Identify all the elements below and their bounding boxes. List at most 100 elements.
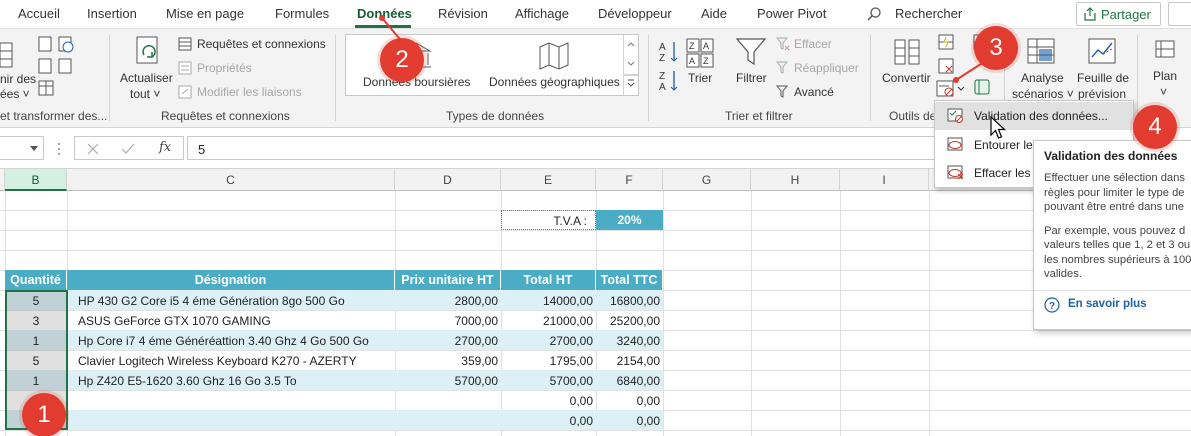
search-label[interactable]: Rechercher bbox=[895, 6, 962, 21]
get-data-label-1[interactable]: nir des bbox=[0, 72, 36, 86]
refresh-label-1[interactable]: Actualiser bbox=[120, 71, 173, 85]
total-ht-cell[interactable]: 0,00 bbox=[501, 391, 596, 411]
column-header-f[interactable]: F bbox=[596, 169, 663, 191]
column-header-c[interactable]: C bbox=[67, 169, 395, 191]
qty-cell[interactable]: 5 bbox=[5, 351, 67, 371]
column-header-h[interactable]: H bbox=[751, 169, 840, 191]
total-ttc-cell[interactable]: 0,00 bbox=[596, 411, 663, 431]
tab-revision[interactable]: Révision bbox=[438, 6, 488, 21]
total-ht-cell[interactable]: 0,00 bbox=[501, 411, 596, 431]
designation-cell[interactable]: HP 430 G2 Core i5 4 éme Génération 8go 5… bbox=[78, 291, 395, 311]
tab-mise-en-page[interactable]: Mise en page bbox=[166, 6, 244, 21]
get-data-label-2[interactable]: ées ˅ bbox=[0, 87, 30, 101]
menu-item-data-validation[interactable]: Validation des données... bbox=[935, 102, 1133, 130]
unit-price-cell[interactable]: 2700,00 bbox=[395, 331, 501, 351]
tab-power-pivot[interactable]: Power Pivot bbox=[757, 6, 826, 21]
qty-cell[interactable]: 5 bbox=[5, 291, 67, 311]
filter-funnel-icon[interactable] bbox=[735, 37, 767, 67]
qty-cell[interactable]: 1 bbox=[5, 331, 67, 351]
insert-function-button[interactable]: fx bbox=[159, 140, 171, 155]
tab-insertion[interactable]: Insertion bbox=[87, 6, 137, 21]
comments-button[interactable] bbox=[1168, 2, 1191, 26]
outline-caret[interactable]: ˅ bbox=[1160, 85, 1167, 99]
total-ht-cell[interactable]: 5700,00 bbox=[501, 371, 596, 391]
filter-button[interactable]: Filtrer bbox=[736, 71, 767, 85]
designation-cell[interactable] bbox=[78, 411, 395, 431]
column-header-d[interactable]: D bbox=[395, 169, 501, 191]
tab-accueil[interactable]: Accueil bbox=[18, 6, 60, 21]
column-header-b[interactable]: B bbox=[5, 169, 67, 191]
learn-more-link[interactable]: En savoir plus bbox=[1068, 298, 1147, 310]
designation-cell[interactable]: Hp Core i7 4 éme Généréattion 3.40 Ghz 4… bbox=[78, 331, 395, 351]
sort-dialog-icon[interactable]: Z A A Z bbox=[685, 37, 715, 69]
unit-price-cell[interactable]: 7000,00 bbox=[395, 311, 501, 331]
get-data-icon[interactable] bbox=[0, 37, 14, 73]
convert-button[interactable]: Convertir bbox=[882, 71, 931, 85]
geography-button[interactable]: Données géographiques bbox=[489, 75, 620, 89]
what-if-label-2[interactable]: scénarios ˅ bbox=[1012, 87, 1074, 101]
total-ttc-cell[interactable]: 25200,00 bbox=[596, 311, 663, 331]
column-header-e[interactable]: E bbox=[501, 169, 596, 191]
total-ht-cell[interactable]: 14000,00 bbox=[501, 291, 596, 311]
unit-price-cell[interactable]: 5700,00 bbox=[395, 371, 501, 391]
total-ttc-cell[interactable]: 3240,00 bbox=[596, 331, 663, 351]
what-if-analysis-icon[interactable] bbox=[1026, 37, 1058, 67]
get-transform-small-icons[interactable] bbox=[37, 35, 77, 97]
total-ht-cell[interactable]: 21000,00 bbox=[501, 311, 596, 331]
name-box[interactable] bbox=[0, 136, 44, 160]
formula-input[interactable]: 5 bbox=[187, 136, 947, 160]
header-designation[interactable]: Désignation bbox=[67, 270, 395, 290]
tva-label[interactable]: T.V.A : bbox=[501, 210, 596, 230]
header-total-ttc[interactable]: Total TTC bbox=[596, 270, 663, 290]
total-ttc-cell[interactable]: 6840,00 bbox=[596, 371, 663, 391]
header-quantite[interactable]: Quantité bbox=[5, 270, 67, 290]
qty-cell[interactable]: 1 bbox=[5, 371, 67, 391]
outline-icon[interactable] bbox=[1153, 37, 1177, 61]
unit-price-cell[interactable]: 2800,00 bbox=[395, 291, 501, 311]
resize-handle-icon[interactable] bbox=[56, 142, 62, 156]
tab-aide[interactable]: Aide bbox=[701, 6, 727, 21]
tva-value[interactable]: 20% bbox=[596, 210, 663, 230]
what-if-label-1[interactable]: Analyse bbox=[1021, 71, 1064, 85]
refresh-label-2[interactable]: tout ˅ bbox=[130, 87, 160, 101]
qty-cell[interactable]: 3 bbox=[5, 311, 67, 331]
outline-label[interactable]: Plan bbox=[1153, 69, 1177, 83]
unit-price-cell[interactable] bbox=[395, 411, 501, 431]
queries-connections-button[interactable]: Requêtes et connexions bbox=[197, 37, 326, 51]
sort-az-icons[interactable]: A Z Z A bbox=[657, 39, 681, 91]
sort-button[interactable]: Trier bbox=[688, 71, 712, 85]
text-to-columns-icon[interactable] bbox=[892, 37, 922, 69]
gallery-scroll[interactable] bbox=[623, 35, 638, 95]
header-total-ht[interactable]: Total HT bbox=[501, 270, 596, 290]
advanced-filter-icon[interactable] bbox=[776, 85, 790, 99]
cancel-icon[interactable] bbox=[87, 143, 99, 155]
total-ht-cell[interactable]: 2700,00 bbox=[501, 331, 596, 351]
column-header-i[interactable]: I bbox=[840, 169, 929, 191]
designation-cell[interactable]: Hp Z420 E5-1620 3.60 Ghz 16 Go 3.5 To bbox=[78, 371, 395, 391]
total-ttc-cell[interactable]: 2154,00 bbox=[596, 351, 663, 371]
search-icon[interactable] bbox=[866, 6, 882, 22]
total-ttc-cell[interactable]: 16800,00 bbox=[596, 291, 663, 311]
forecast-sheet-label-2[interactable]: prévision bbox=[1078, 87, 1126, 101]
share-button[interactable]: Partager bbox=[1076, 2, 1161, 26]
queries-connections-icon[interactable] bbox=[178, 37, 192, 51]
tab-developpeur[interactable]: Développeur bbox=[598, 6, 672, 21]
designation-cell[interactable] bbox=[78, 391, 395, 411]
designation-cell[interactable]: ASUS GeForce GTX 1070 GAMING bbox=[78, 311, 395, 331]
worksheet-grid[interactable]: B C D E F G H I T.V.A : 20% Quantité Dés… bbox=[0, 169, 1191, 436]
total-ht-cell[interactable]: 1795,00 bbox=[501, 351, 596, 371]
stocks-button[interactable]: Données boursières bbox=[363, 75, 470, 89]
enter-check-icon[interactable] bbox=[121, 143, 135, 155]
forecast-sheet-label-1[interactable]: Feuille de bbox=[1077, 71, 1129, 85]
designation-cell[interactable]: Clavier Logitech Wireless Keyboard K270 … bbox=[78, 351, 395, 371]
advanced-filter-button[interactable]: Avancé bbox=[794, 85, 834, 99]
unit-price-cell[interactable] bbox=[395, 391, 501, 411]
tab-formules[interactable]: Formules bbox=[275, 6, 329, 21]
total-ttc-cell[interactable]: 0,00 bbox=[596, 391, 663, 411]
refresh-all-icon[interactable] bbox=[133, 35, 163, 71]
tab-affichage[interactable]: Affichage bbox=[515, 6, 569, 21]
header-prix-unitaire[interactable]: Prix unitaire HT bbox=[395, 270, 501, 290]
flash-fill-icon[interactable] bbox=[937, 33, 955, 51]
column-header-g[interactable]: G bbox=[663, 169, 751, 191]
forecast-sheet-icon[interactable] bbox=[1087, 37, 1119, 67]
